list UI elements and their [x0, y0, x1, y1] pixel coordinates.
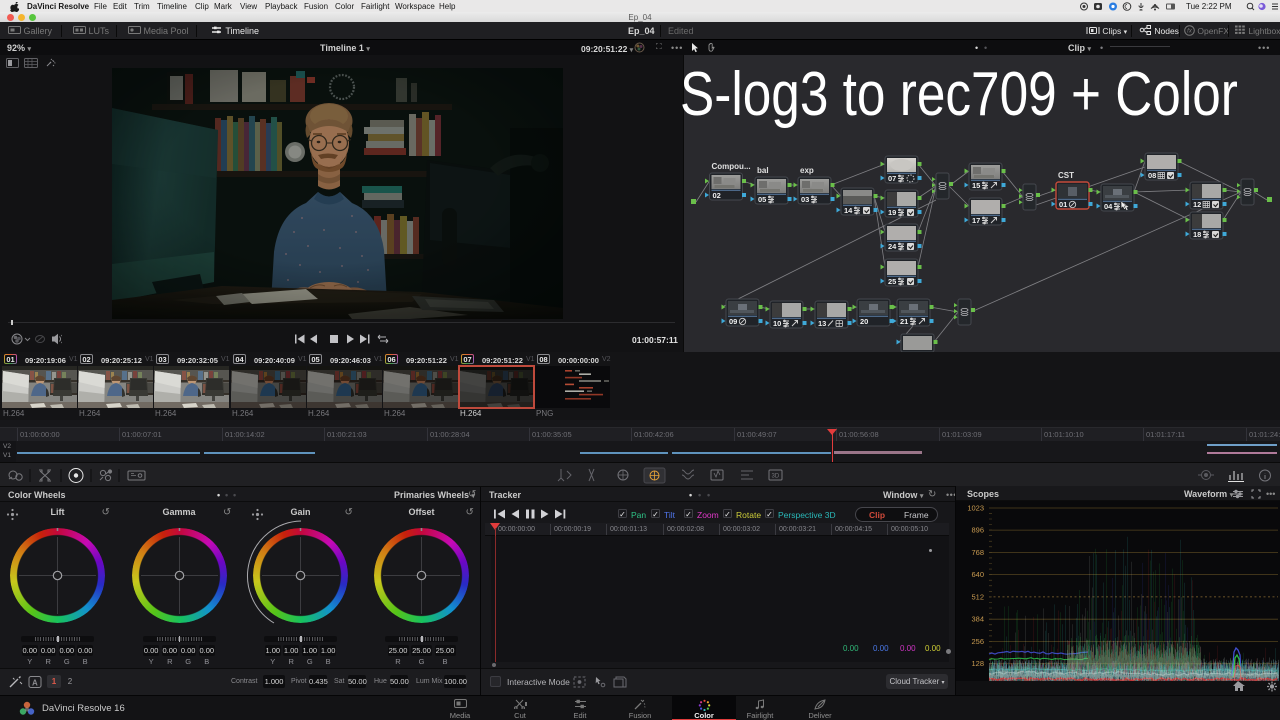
svg-text:640: 640 [971, 570, 984, 579]
svg-text:09: 09 [729, 317, 737, 326]
svg-text:CST: CST [1058, 171, 1074, 180]
svg-text:12: 12 [1193, 200, 1201, 209]
svg-text:Compou...: Compou... [712, 162, 751, 171]
svg-text:256: 256 [971, 637, 984, 646]
svg-text:10: 10 [773, 319, 781, 328]
svg-text:15: 15 [972, 181, 980, 190]
svg-text:3D: 3D [772, 474, 780, 480]
svg-text:19: 19 [888, 208, 896, 217]
svg-text:21: 21 [900, 317, 908, 326]
svg-text:512: 512 [971, 592, 984, 601]
svg-text:04: 04 [1104, 202, 1113, 211]
svg-text:A: A [32, 679, 38, 688]
svg-text:25: 25 [888, 277, 896, 286]
svg-text:896: 896 [971, 526, 984, 535]
svg-text:13: 13 [818, 319, 826, 328]
svg-text:18: 18 [1193, 230, 1201, 239]
svg-text:fx: fx [1187, 29, 1193, 35]
svg-text:20: 20 [860, 317, 868, 326]
svg-text:bal: bal [757, 166, 769, 175]
svg-text:17: 17 [972, 216, 980, 225]
svg-text:02: 02 [713, 191, 721, 200]
svg-text:14: 14 [844, 206, 853, 215]
svg-text:128: 128 [971, 659, 984, 668]
svg-text:05: 05 [758, 195, 766, 204]
svg-text:24: 24 [888, 242, 897, 251]
svg-text:1023: 1023 [967, 504, 984, 513]
svg-text:768: 768 [971, 548, 984, 557]
svg-text:01: 01 [1059, 200, 1067, 209]
svg-text:384: 384 [971, 615, 984, 624]
svg-text:exp: exp [800, 166, 814, 175]
svg-text:07: 07 [888, 174, 896, 183]
svg-text:03: 03 [801, 195, 809, 204]
svg-text:08: 08 [1148, 171, 1156, 180]
